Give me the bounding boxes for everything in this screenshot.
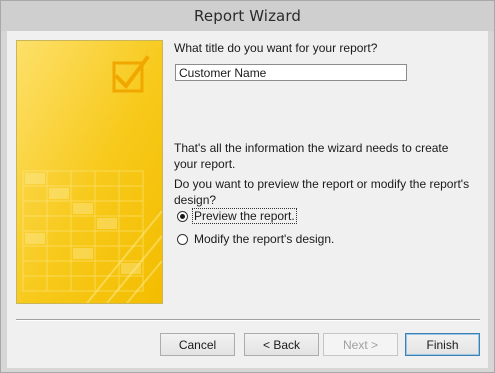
preview-report-label: Preview the report. [192,208,297,224]
finish-button[interactable]: Finish [405,333,480,356]
preview-report-option[interactable]: Preview the report. [177,208,297,224]
modify-design-radio[interactable] [177,233,188,245]
report-wizard-window: Report Wizard What title do you want for… [0,0,495,373]
back-button[interactable]: < Back [244,333,319,356]
title-bar[interactable]: Report Wizard [1,1,494,31]
cancel-button[interactable]: Cancel [160,333,235,356]
wizard-info-text: That's all the information the wizard ne… [174,141,449,171]
wizard-illustration [16,40,163,304]
report-title-question: What title do you want for your report? [174,41,378,55]
next-button[interactable]: Next > [323,333,398,356]
preview-or-modify-prompt: Do you want to preview the report or mod… [174,177,470,207]
window-title: Report Wizard [194,7,301,25]
modify-design-label: Modify the report's design. [194,232,335,246]
preview-report-radio[interactable] [177,210,188,222]
modify-design-option[interactable]: Modify the report's design. [177,232,335,246]
wizard-art-graphic [17,41,162,303]
button-separator [16,319,480,321]
report-title-input[interactable] [175,64,407,81]
wizard-body: What title do you want for your report? … [7,31,488,368]
